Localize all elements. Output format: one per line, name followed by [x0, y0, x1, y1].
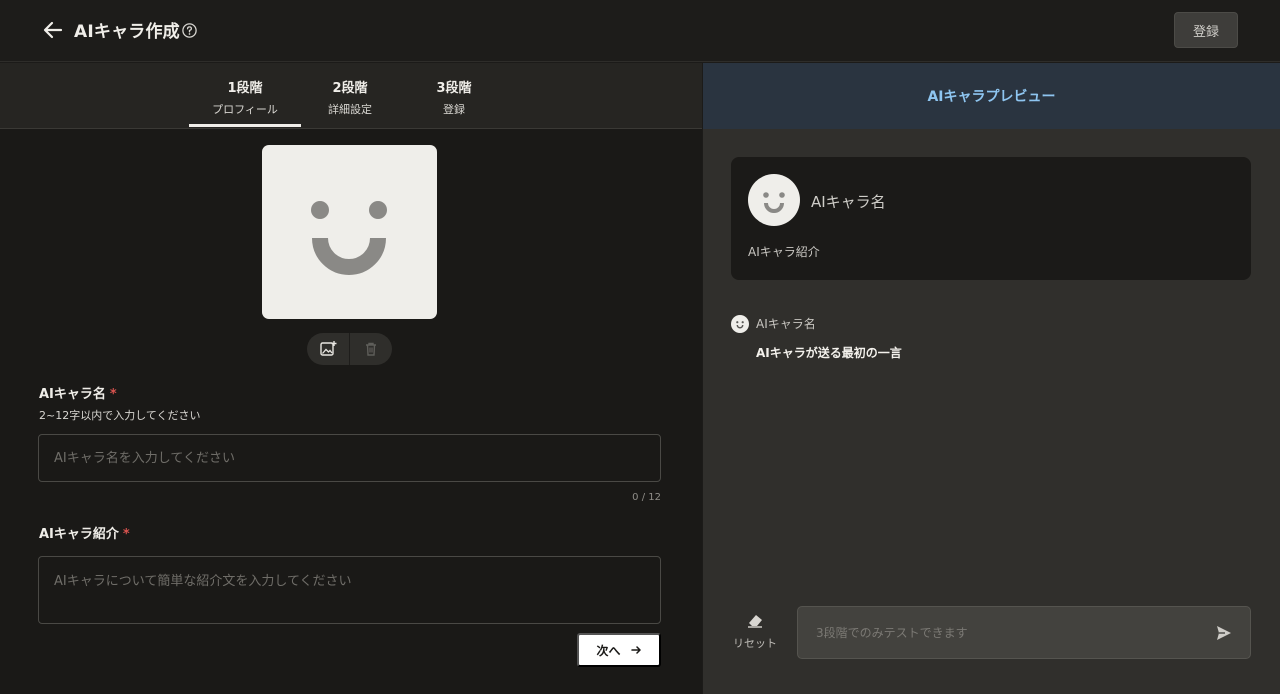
preview-panel: AIキャラプレビュー AIキャラ名 AIキャラ紹介 AIキャラ名 AIキャラが送…: [703, 63, 1280, 694]
step-number: 1段階: [227, 81, 263, 96]
reset-button[interactable]: リセット: [727, 611, 783, 655]
smiley-face-icon: [763, 192, 785, 213]
send-icon[interactable]: [1214, 623, 1234, 643]
tab-step-1[interactable]: 1段階 プロフィール: [189, 77, 301, 127]
back-arrow-icon[interactable]: [40, 17, 66, 43]
register-button[interactable]: 登録: [1174, 12, 1238, 48]
preview-header: AIキャラプレビュー: [703, 63, 1280, 129]
page-title: AIキャラ作成: [74, 22, 180, 42]
preview-card-intro: AIキャラ紹介: [748, 245, 820, 259]
step-label: 詳細設定: [328, 103, 372, 116]
step-label: 登録: [443, 103, 465, 116]
form-panel: 1段階 プロフィール 2段階 詳細設定 3段階 登録 AIキャラ名 * 2~12…: [0, 63, 702, 694]
eraser-icon: [748, 615, 762, 628]
chat-first-message: AIキャラが送る最初の一言: [756, 346, 902, 360]
intro-textarea[interactable]: [38, 556, 661, 624]
step-label: プロフィール: [212, 103, 278, 116]
intro-label-text: AIキャラ紹介: [39, 527, 119, 542]
preview-profile-card: AIキャラ名 AIキャラ紹介: [731, 157, 1251, 280]
chat-input-box: [797, 606, 1251, 659]
preview-card-name: AIキャラ名: [811, 193, 886, 211]
app-root: AIキャラ作成 登録 1段階 プロフィール 2段階 詳細設定 3段階 登録 AI…: [0, 0, 1280, 694]
top-header: AIキャラ作成 登録: [0, 0, 1280, 62]
active-tab-indicator: [189, 124, 301, 127]
avatar: [748, 174, 800, 226]
avatar-image[interactable]: [262, 145, 437, 319]
step-number: 2段階: [332, 81, 368, 96]
smiley-face-icon: [736, 321, 744, 329]
chat-avatar: [731, 315, 749, 333]
name-char-counter: 0 / 12: [632, 492, 661, 503]
arrow-right-icon: [630, 646, 641, 654]
intro-field-label: AIキャラ紹介 *: [39, 523, 130, 542]
chat-input[interactable]: [798, 607, 1198, 658]
name-label-text: AIキャラ名: [39, 387, 106, 402]
required-mark: *: [122, 527, 130, 542]
reset-label: リセット: [733, 637, 777, 650]
avatar-toolbar: [307, 333, 392, 365]
step-number: 3段階: [436, 81, 472, 96]
tab-step-2[interactable]: 2段階 詳細設定: [322, 77, 378, 117]
smiley-face-icon: [311, 201, 387, 275]
step-tabs: 1段階 プロフィール 2段階 詳細設定 3段階 登録: [0, 63, 702, 129]
next-button[interactable]: 次へ: [577, 633, 661, 667]
required-mark: *: [109, 387, 117, 402]
add-image-icon[interactable]: [307, 333, 349, 365]
name-input[interactable]: [38, 434, 661, 482]
name-field-label: AIキャラ名 *: [39, 383, 117, 402]
chat-sender-name: AIキャラ名: [756, 317, 816, 331]
next-button-label: 次へ: [596, 643, 621, 658]
tab-step-3[interactable]: 3段階 登録: [426, 77, 482, 117]
trash-icon[interactable]: [350, 333, 392, 365]
name-field-hint: 2~12字以内で入力してください: [39, 409, 201, 422]
help-icon[interactable]: [181, 22, 198, 39]
